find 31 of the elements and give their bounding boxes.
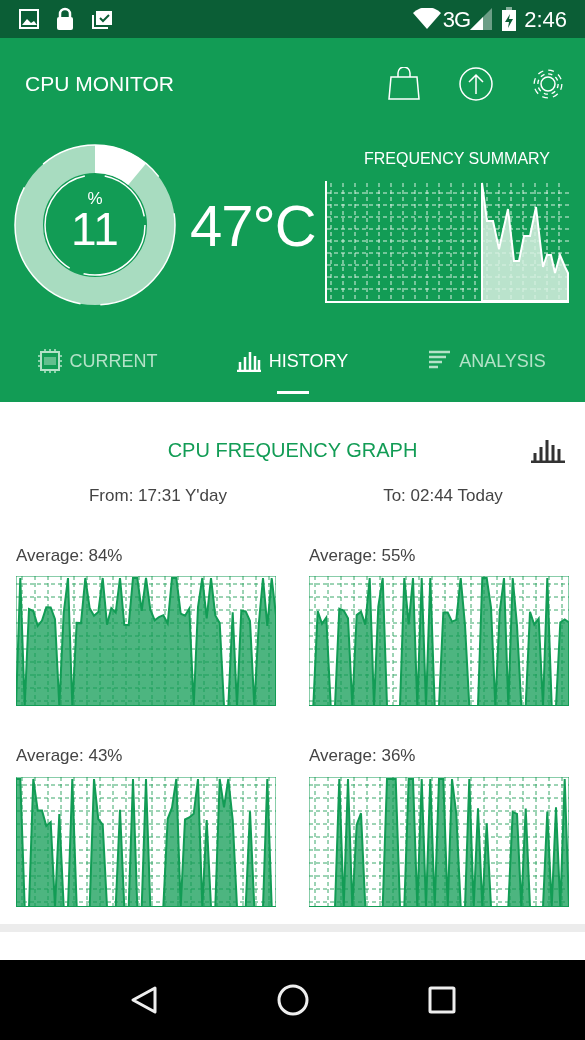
average-label: Average: 55% — [309, 544, 417, 567]
network-type: 3G — [442, 5, 471, 34]
temperature-reading: 47°C — [190, 191, 317, 260]
wifi-icon — [412, 8, 441, 30]
home-icon[interactable] — [276, 984, 309, 1016]
lock-icon — [55, 7, 75, 31]
clock-time: 2:46 — [524, 5, 567, 34]
from-time: From: 17:31 Y'day — [87, 485, 229, 507]
to-time: To: 02:44 Today — [382, 485, 504, 507]
signal-icon — [470, 8, 493, 30]
back-icon[interactable] — [129, 985, 158, 1015]
app-title: CPU MONITOR — [25, 71, 175, 98]
average-label: Average: 36% — [309, 745, 417, 767]
settings-icon[interactable] — [531, 67, 565, 101]
recents-icon[interactable] — [427, 986, 456, 1014]
chart-title: FREQUENCY SUMMARY — [363, 149, 551, 169]
cpu-usage-gauge: % 11 — [12, 142, 178, 308]
image-icon — [18, 8, 40, 30]
average-label: Average: 84% — [16, 544, 124, 567]
section-title: CPU FREQUENCY GRAPH — [167, 438, 418, 463]
shopping-bag-icon[interactable] — [387, 67, 421, 101]
battery-charging-icon — [502, 7, 517, 31]
tab[interactable]: HISTORY — [195, 320, 390, 402]
tab-indicator — [276, 391, 309, 394]
tab[interactable]: CURRENT — [0, 320, 195, 402]
tab[interactable]: ANALYSIS — [390, 320, 585, 402]
chip-icon — [37, 349, 62, 373]
average-label: Average: 43% — [16, 745, 124, 767]
bar-chart-icon[interactable] — [531, 437, 565, 463]
upload-icon[interactable] — [459, 67, 493, 101]
bar-chart-icon — [236, 350, 261, 372]
